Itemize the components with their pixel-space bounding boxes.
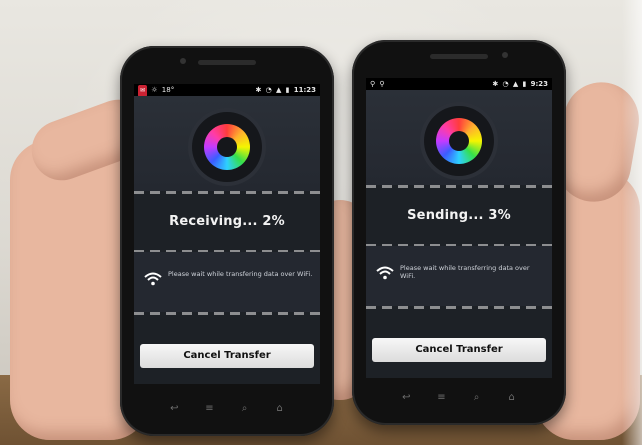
logo-center [217, 137, 237, 157]
signal-icon: ▲ [512, 80, 519, 88]
nav-bar: ↩ ≡ ⌕ ⌂ [120, 396, 334, 420]
right-phone: ⚲ ⚲ ✱ ◔ ▲ ▮ 9:23 Sending... 3% Please wa… [352, 40, 566, 425]
left-screen: ✉ ☼ 18° ✱ ◔ ▲ ▮ 11:23 Receiving... 2% Pl… [134, 84, 320, 384]
wifi-icon [144, 272, 162, 286]
logo-center [449, 131, 469, 151]
info-band: Please wait while transferring data over… [366, 246, 552, 306]
bluetooth-icon: ✱ [255, 86, 262, 94]
info-band: Please wait while transfering data over … [134, 252, 320, 312]
edge-light [622, 0, 642, 445]
wifi-status-icon: ◔ [502, 80, 509, 88]
front-camera [502, 52, 508, 58]
battery-icon: ▮ [522, 80, 527, 88]
divider-stripe [134, 312, 320, 315]
right-screen: ⚲ ⚲ ✱ ◔ ▲ ▮ 9:23 Sending... 3% Please wa… [366, 78, 552, 378]
clock: 11:23 [293, 86, 316, 94]
bluetooth-icon: ✱ [492, 80, 499, 88]
status-bar: ✉ ☼ 18° ✱ ◔ ▲ ▮ 11:23 [134, 84, 320, 97]
home-icon[interactable]: ⌂ [497, 386, 527, 410]
debug-icon: ⚲ [379, 80, 385, 88]
menu-icon[interactable]: ≡ [426, 386, 456, 410]
front-camera [180, 58, 186, 64]
cancel-transfer-button[interactable]: Cancel Transfer [140, 344, 314, 368]
transfer-status: Sending... 3% [407, 208, 511, 223]
clock: 9:23 [530, 80, 548, 88]
search-icon[interactable]: ⌕ [230, 397, 260, 421]
info-text: Please wait while transferring data over… [400, 264, 530, 280]
divider-stripe [366, 185, 552, 188]
logo-ring [424, 106, 494, 176]
nav-bar: ↩ ≡ ⌕ ⌂ [352, 385, 566, 409]
back-icon[interactable]: ↩ [391, 386, 421, 410]
temperature-text: 18° [161, 86, 175, 94]
divider-stripe [134, 191, 320, 194]
search-icon[interactable]: ⌕ [462, 386, 492, 410]
status-right: ✱ ◔ ▲ ▮ 11:23 [256, 84, 316, 96]
earpiece-speaker [430, 54, 488, 59]
status-right: ✱ ◔ ▲ ▮ 9:23 [492, 78, 548, 90]
battery-icon: ▮ [285, 86, 290, 94]
wifi-status-icon: ◔ [265, 86, 272, 94]
cancel-transfer-button[interactable]: Cancel Transfer [372, 338, 546, 362]
logo-ring [192, 112, 262, 182]
divider-stripe [366, 306, 552, 309]
earpiece-speaker [198, 60, 256, 65]
signal-icon: ▲ [275, 86, 282, 94]
menu-icon[interactable]: ≡ [194, 397, 224, 421]
left-phone: ✉ ☼ 18° ✱ ◔ ▲ ▮ 11:23 Receiving... 2% Pl… [120, 46, 334, 436]
back-icon[interactable]: ↩ [159, 397, 189, 421]
info-text: Please wait while transfering data over … [168, 270, 313, 278]
home-icon[interactable]: ⌂ [265, 397, 295, 421]
usb-icon: ⚲ [370, 80, 376, 88]
status-bar: ⚲ ⚲ ✱ ◔ ▲ ▮ 9:23 [366, 78, 552, 90]
sun-icon: ☼ [151, 86, 158, 94]
status-left: ⚲ ⚲ [370, 78, 387, 90]
photo-background: ✉ ☼ 18° ✱ ◔ ▲ ▮ 11:23 Receiving... 2% Pl… [0, 0, 642, 445]
transfer-status: Receiving... 2% [169, 214, 285, 229]
wifi-icon [376, 266, 394, 280]
